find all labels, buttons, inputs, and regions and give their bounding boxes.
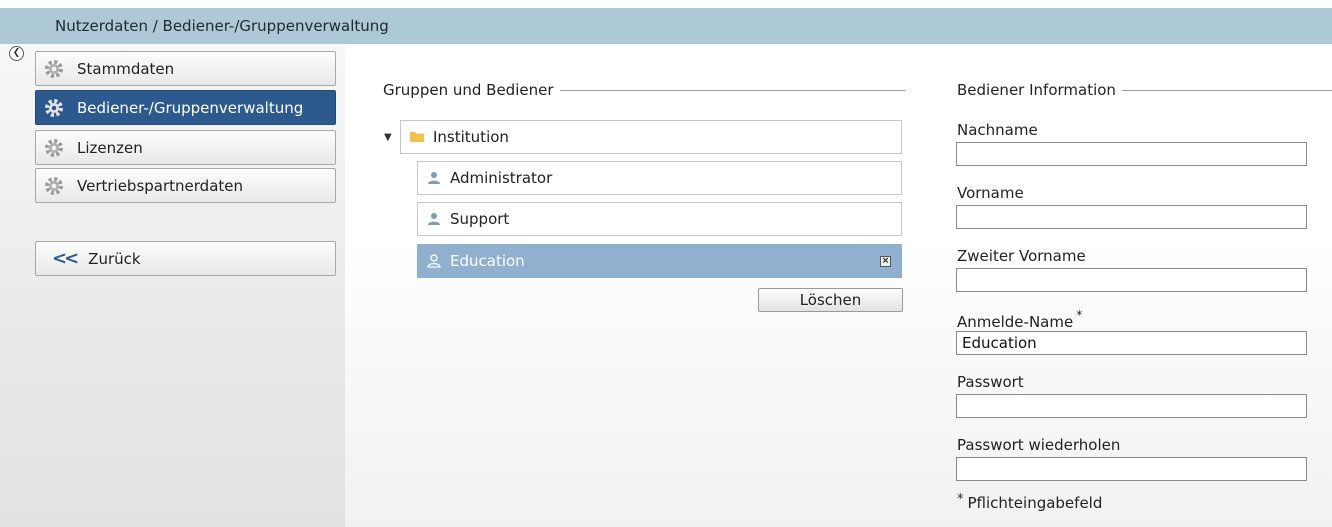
zweiter-vorname-label: Zweiter Vorname — [957, 247, 1086, 265]
tree-node-support[interactable]: Support — [417, 202, 902, 236]
gear-icon — [45, 176, 63, 195]
sidebar-item-stammdaten[interactable]: Stammdaten — [35, 51, 336, 86]
info-section-title: Bediener Information — [957, 81, 1332, 99]
caret-down-icon[interactable]: ▼ — [384, 132, 392, 143]
tree-node-label: Support — [450, 210, 510, 228]
nachname-label: Nachname — [957, 121, 1038, 139]
required-marker: * — [957, 492, 964, 507]
required-note: * Pflichteingabefeld — [957, 492, 1103, 512]
groups-section-title: Gruppen und Bediener — [383, 81, 905, 99]
sidebar-item-bediener-gruppenverwaltung[interactable]: Bediener-/Gruppenverwaltung — [35, 90, 336, 125]
breadcrumb: Nutzerdaten / Bediener-/Gruppenverwaltun… — [0, 8, 1332, 44]
divider — [559, 89, 905, 91]
user-icon — [428, 172, 440, 184]
required-marker: * — [1076, 308, 1083, 322]
sidebar-item-label: Vertriebspartnerdaten — [77, 176, 244, 195]
passwort-field[interactable] — [956, 394, 1307, 418]
collapse-sidebar-icon[interactable]: ❮ — [9, 46, 24, 61]
double-chevron-left-icon: << — [52, 248, 79, 269]
anmelde-name-label-text: Anmelde-Name — [957, 313, 1074, 331]
passwort-label: Passwort — [957, 373, 1024, 391]
vorname-field[interactable] — [956, 205, 1307, 229]
folder-icon — [410, 132, 424, 142]
gear-icon — [45, 59, 63, 78]
sidebar-item-label: Bediener-/Gruppenverwaltung — [77, 98, 304, 117]
passwort-wiederholen-field[interactable] — [956, 457, 1307, 481]
tree-node-label: Administrator — [450, 169, 553, 187]
user-icon — [428, 213, 440, 225]
breadcrumb-text: Nutzerdaten / Bediener-/Gruppenverwaltun… — [55, 17, 389, 35]
anmelde-name-label: Anmelde-Name * — [957, 308, 1083, 331]
gear-icon — [45, 138, 63, 157]
user-icon — [427, 254, 441, 268]
delete-button[interactable]: Löschen — [758, 288, 903, 312]
tree-node-education[interactable]: Education × — [417, 244, 902, 278]
nachname-field[interactable] — [956, 142, 1307, 166]
tree-node-label: Education — [450, 252, 525, 270]
sidebar-item-label: Lizenzen — [77, 138, 143, 157]
passwort-wiederholen-label: Passwort wiederholen — [957, 436, 1121, 454]
back-button[interactable]: << Zurück — [35, 241, 336, 276]
tree-node-label: Institution — [433, 128, 509, 146]
groups-title-text: Gruppen und Bediener — [383, 81, 554, 99]
sidebar-item-lizenzen[interactable]: Lizenzen — [35, 130, 336, 165]
vorname-label: Vorname — [957, 184, 1024, 202]
anmelde-name-field[interactable] — [956, 331, 1307, 355]
sidebar-item-label: Stammdaten — [77, 59, 175, 78]
tree-node-institution[interactable]: Institution — [400, 120, 902, 154]
zweiter-vorname-field[interactable] — [956, 268, 1307, 292]
tree-node-administrator[interactable]: Administrator — [417, 161, 902, 195]
gear-icon — [45, 98, 63, 117]
remove-icon[interactable]: × — [880, 256, 891, 267]
info-title-text: Bediener Information — [957, 81, 1116, 99]
back-button-label: Zurück — [88, 249, 141, 268]
sidebar-item-vertriebspartnerdaten[interactable]: Vertriebspartnerdaten — [35, 168, 336, 203]
required-note-text: Pflichteingabefeld — [967, 494, 1103, 512]
divider — [1121, 89, 1332, 91]
